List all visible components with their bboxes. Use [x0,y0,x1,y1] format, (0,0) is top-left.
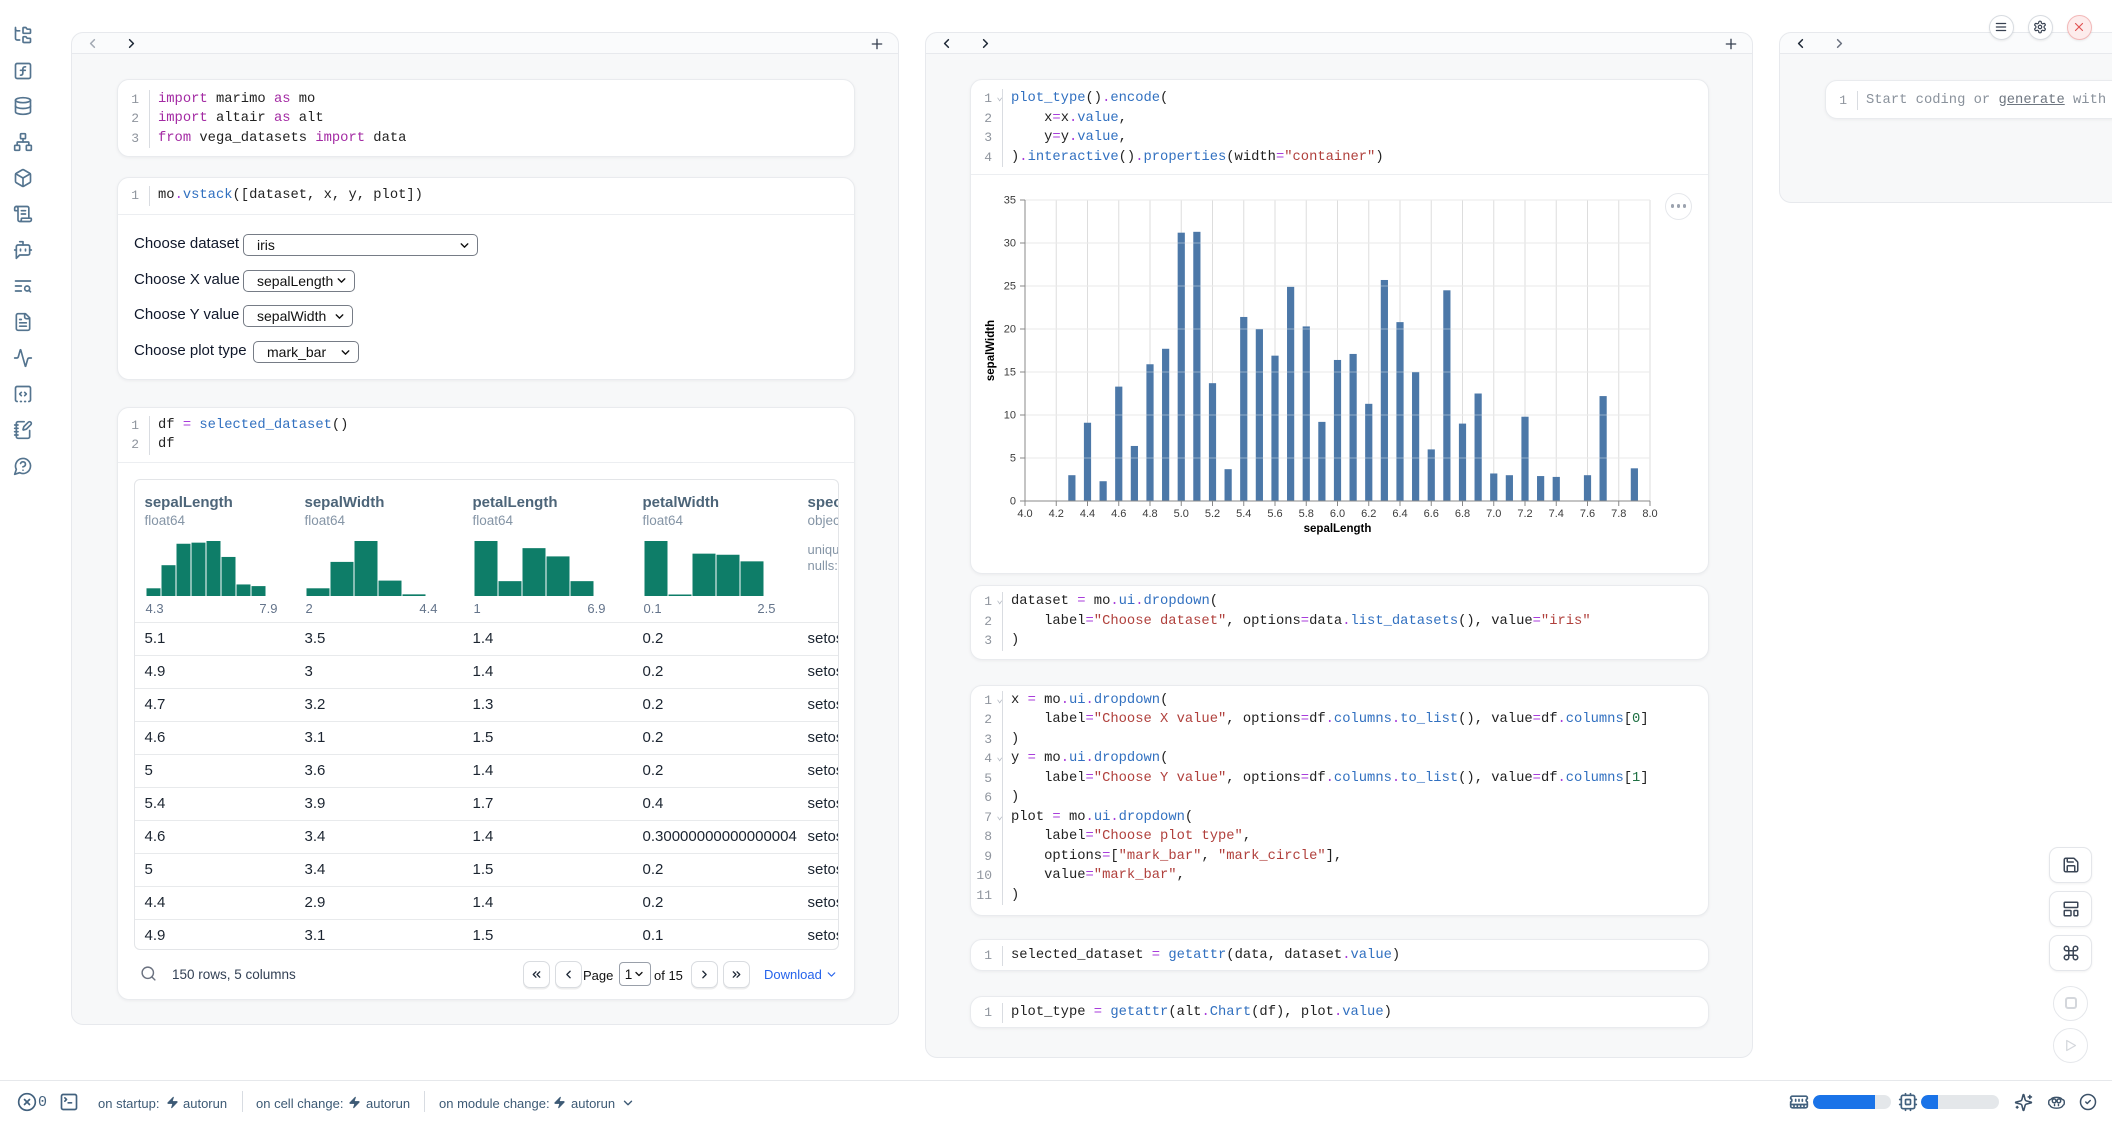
svg-text:4.8: 4.8 [1142,508,1157,520]
svg-text:sepalLength: sepalLength [1304,523,1372,535]
svg-text:sepalWidth: sepalWidth [985,319,997,380]
svg-text:4.6: 4.6 [1111,508,1126,520]
svg-text:6.4: 6.4 [1392,508,1407,520]
svg-text:5: 5 [1010,452,1016,464]
svg-text:6.6: 6.6 [1424,508,1439,520]
svg-text:7.6: 7.6 [1580,508,1595,520]
svg-text:7.0: 7.0 [1486,508,1501,520]
svg-text:6.8: 6.8 [1455,508,1470,520]
svg-text:20: 20 [1004,323,1016,335]
svg-text:35: 35 [1004,194,1016,206]
svg-text:5.8: 5.8 [1299,508,1314,520]
svg-text:4.0: 4.0 [1017,508,1032,520]
svg-text:8.0: 8.0 [1642,508,1657,520]
svg-text:6.2: 6.2 [1361,508,1376,520]
svg-text:4.4: 4.4 [1080,508,1095,520]
svg-text:25: 25 [1004,280,1016,292]
svg-text:30: 30 [1004,237,1016,249]
svg-text:7.4: 7.4 [1549,508,1564,520]
svg-text:5.2: 5.2 [1205,508,1220,520]
svg-text:5.4: 5.4 [1236,508,1251,520]
svg-text:15: 15 [1004,366,1016,378]
svg-text:10: 10 [1004,409,1016,421]
svg-text:5.0: 5.0 [1174,508,1189,520]
svg-text:4.2: 4.2 [1049,508,1064,520]
svg-text:5.6: 5.6 [1267,508,1282,520]
svg-text:7.8: 7.8 [1611,508,1626,520]
svg-text:0: 0 [1010,495,1016,507]
svg-text:7.2: 7.2 [1517,508,1532,520]
svg-text:6.0: 6.0 [1330,508,1345,520]
